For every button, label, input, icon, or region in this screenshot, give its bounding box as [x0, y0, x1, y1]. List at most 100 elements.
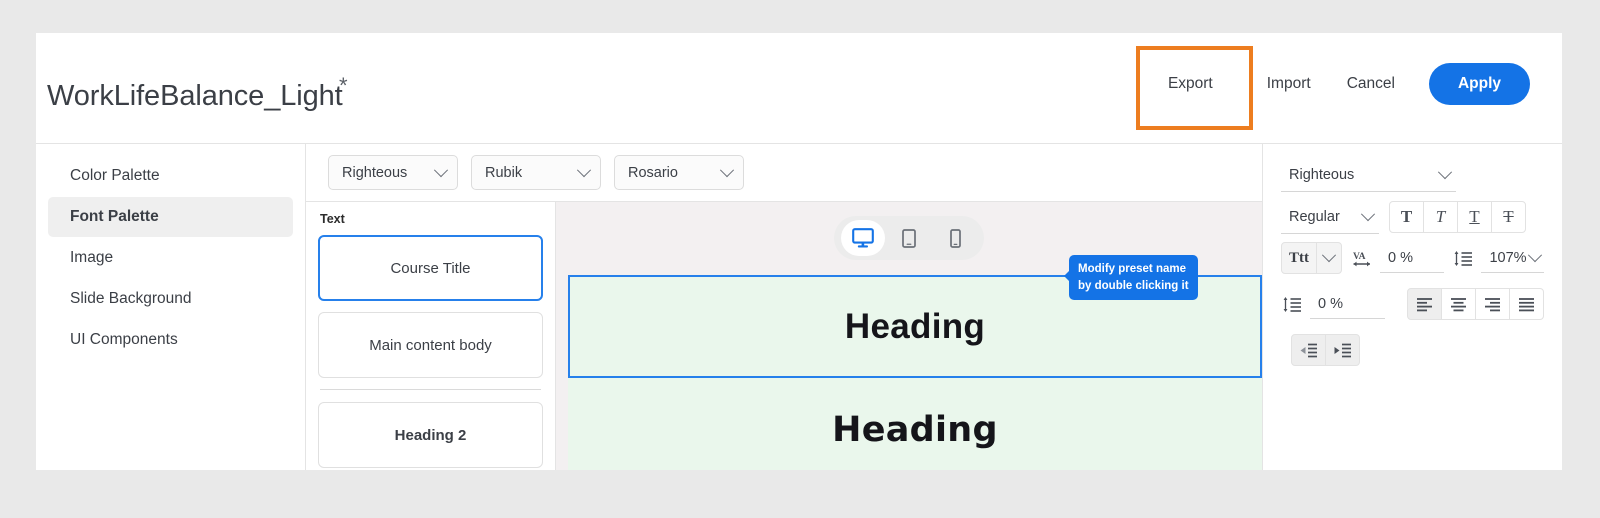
preset-label: Main content body — [369, 336, 492, 354]
cancel-button[interactable]: Cancel — [1329, 64, 1413, 104]
preset-label: Heading 2 — [394, 426, 467, 444]
font-select-secondary[interactable]: Rubik — [471, 155, 601, 190]
preview-heading-block-secondary[interactable]: Heading — [568, 378, 1262, 470]
align-left-button[interactable] — [1407, 288, 1442, 320]
sidebar-item-label: Image — [70, 249, 114, 266]
align-right-button[interactable] — [1475, 288, 1510, 320]
desktop-icon — [852, 228, 874, 248]
svg-text:VA: VA — [1353, 252, 1366, 262]
tooltip-line-1: Modify preset name — [1078, 263, 1186, 275]
slide-preview-canvas: Heading Heading — [568, 275, 1262, 470]
text-case-select[interactable]: Ttt — [1281, 242, 1342, 274]
preview-heading-text: Heading — [832, 409, 998, 450]
paragraph-spacing-icon — [1283, 295, 1302, 314]
font-select-tertiary[interactable]: Rosario — [614, 155, 744, 190]
tooltip-line-2: by double clicking it — [1078, 279, 1189, 292]
preset-card-main-content-body[interactable]: Main content body — [318, 312, 543, 378]
font-selector-bar: Righteous Rubik Rosario — [306, 144, 1262, 202]
sidebar-item-font-palette[interactable]: Font Palette — [48, 197, 293, 237]
bold-icon: T — [1400, 207, 1413, 226]
align-justify-button[interactable] — [1509, 288, 1544, 320]
preset-rename-tooltip: Modify preset name by double clicking it — [1064, 255, 1198, 301]
device-toggle-mobile[interactable] — [933, 220, 977, 256]
chevron-down-icon — [1360, 206, 1376, 221]
font-family-select[interactable]: Righteous — [1281, 158, 1456, 192]
sidebar-item-ui-components[interactable]: UI Components — [48, 320, 293, 360]
indent-icon — [1334, 343, 1351, 357]
italic-button[interactable]: T — [1423, 201, 1458, 233]
font-select-tertiary-value: Rosario — [628, 164, 678, 181]
sidebar-item-label: UI Components — [70, 331, 178, 348]
font-palette-modal: WorkLifeBalance_Light * Export Import Ca… — [36, 33, 1562, 470]
indent-buttons — [1291, 334, 1360, 366]
preview-canvas-area: Heading Heading Modify preset name by do… — [556, 202, 1262, 470]
header-actions: Export Import Cancel Apply — [1135, 46, 1530, 130]
chevron-down-icon — [719, 162, 735, 177]
chevron-down-icon — [1321, 248, 1337, 263]
sidebar-item-label: Color Palette — [70, 167, 160, 184]
paragraph-row: 0 % — [1281, 288, 1544, 320]
sidebar-item-label: Slide Background — [70, 290, 192, 307]
outdent-button[interactable] — [1291, 334, 1326, 366]
underline-button[interactable]: T — [1457, 201, 1492, 233]
font-weight-row: Regular T T T T — [1281, 200, 1544, 234]
paragraph-spacing-input[interactable]: 0 % — [1310, 289, 1385, 319]
text-presets-panel: Text Course Title Main content body Head… — [306, 202, 556, 470]
line-height-icon — [1454, 249, 1473, 268]
chevron-down-icon — [433, 162, 449, 177]
sidebar-item-label: Font Palette — [70, 208, 159, 225]
font-select-secondary-value: Rubik — [485, 164, 523, 181]
bold-button[interactable]: T — [1389, 201, 1424, 233]
preset-card-heading-2[interactable]: Heading 2 — [318, 402, 543, 468]
text-case-value: Ttt — [1289, 249, 1309, 266]
text-style-buttons: T T T T — [1389, 201, 1526, 233]
align-center-button[interactable] — [1441, 288, 1476, 320]
font-select-primary[interactable]: Righteous — [328, 155, 458, 190]
import-button[interactable]: Import — [1249, 64, 1329, 104]
device-toggle-tablet[interactable] — [887, 220, 931, 256]
line-height-input[interactable]: 107% — [1481, 243, 1544, 273]
chevron-down-icon — [1437, 164, 1453, 179]
export-highlight-annotation: Export — [1135, 46, 1253, 130]
text-alignment-buttons — [1407, 288, 1544, 320]
align-left-icon — [1417, 297, 1432, 311]
font-family-row: Righteous — [1281, 158, 1544, 192]
preset-card-course-title[interactable]: Course Title — [318, 235, 543, 301]
underline-icon: T — [1469, 207, 1480, 226]
preset-label: Course Title — [390, 259, 471, 277]
indent-row — [1281, 334, 1544, 366]
apply-button[interactable]: Apply — [1428, 63, 1530, 105]
unsaved-changes-marker: * — [339, 73, 348, 98]
sidebar-item-image[interactable]: Image — [48, 238, 293, 278]
tablet-icon — [902, 228, 916, 248]
settings-sidebar: Color Palette Font Palette Image Slide B… — [36, 144, 306, 470]
font-family-value: Righteous — [1289, 166, 1355, 183]
spacing-row: Ttt VA 0 % 107% — [1281, 242, 1544, 274]
letter-spacing-value: 0 % — [1388, 249, 1413, 266]
modal-body: Color Palette Font Palette Image Slide B… — [36, 144, 1562, 470]
paragraph-spacing-value: 0 % — [1318, 295, 1343, 312]
font-weight-select[interactable]: Regular — [1281, 200, 1379, 234]
chevron-down-icon — [1527, 247, 1543, 262]
chevron-down-icon — [576, 162, 592, 177]
page-title: WorkLifeBalance_Light — [47, 80, 343, 112]
align-right-icon — [1485, 297, 1500, 311]
export-button[interactable]: Export — [1150, 64, 1231, 104]
strikethrough-button[interactable]: T — [1491, 201, 1526, 233]
strikethrough-icon: T — [1503, 207, 1514, 226]
letter-spacing-input[interactable]: 0 % — [1380, 243, 1445, 273]
align-justify-icon — [1519, 297, 1534, 311]
indent-button[interactable] — [1325, 334, 1360, 366]
sidebar-item-color-palette[interactable]: Color Palette — [48, 156, 293, 196]
device-toggle-desktop[interactable] — [841, 220, 885, 256]
sidebar-item-slide-background[interactable]: Slide Background — [48, 279, 293, 319]
preset-divider — [320, 389, 541, 390]
italic-icon: T — [1435, 207, 1446, 226]
outdent-icon — [1300, 343, 1317, 357]
presets-section-label: Text — [320, 212, 345, 226]
letter-spacing-icon: VA — [1352, 249, 1372, 268]
center-column: Righteous Rubik Rosario Text Course Titl… — [306, 144, 1262, 470]
font-select-primary-value: Righteous — [342, 164, 408, 181]
device-toggle-group — [834, 216, 984, 260]
text-properties-panel: Righteous Regular T T T T Ttt VA 0 % 107… — [1262, 144, 1562, 470]
